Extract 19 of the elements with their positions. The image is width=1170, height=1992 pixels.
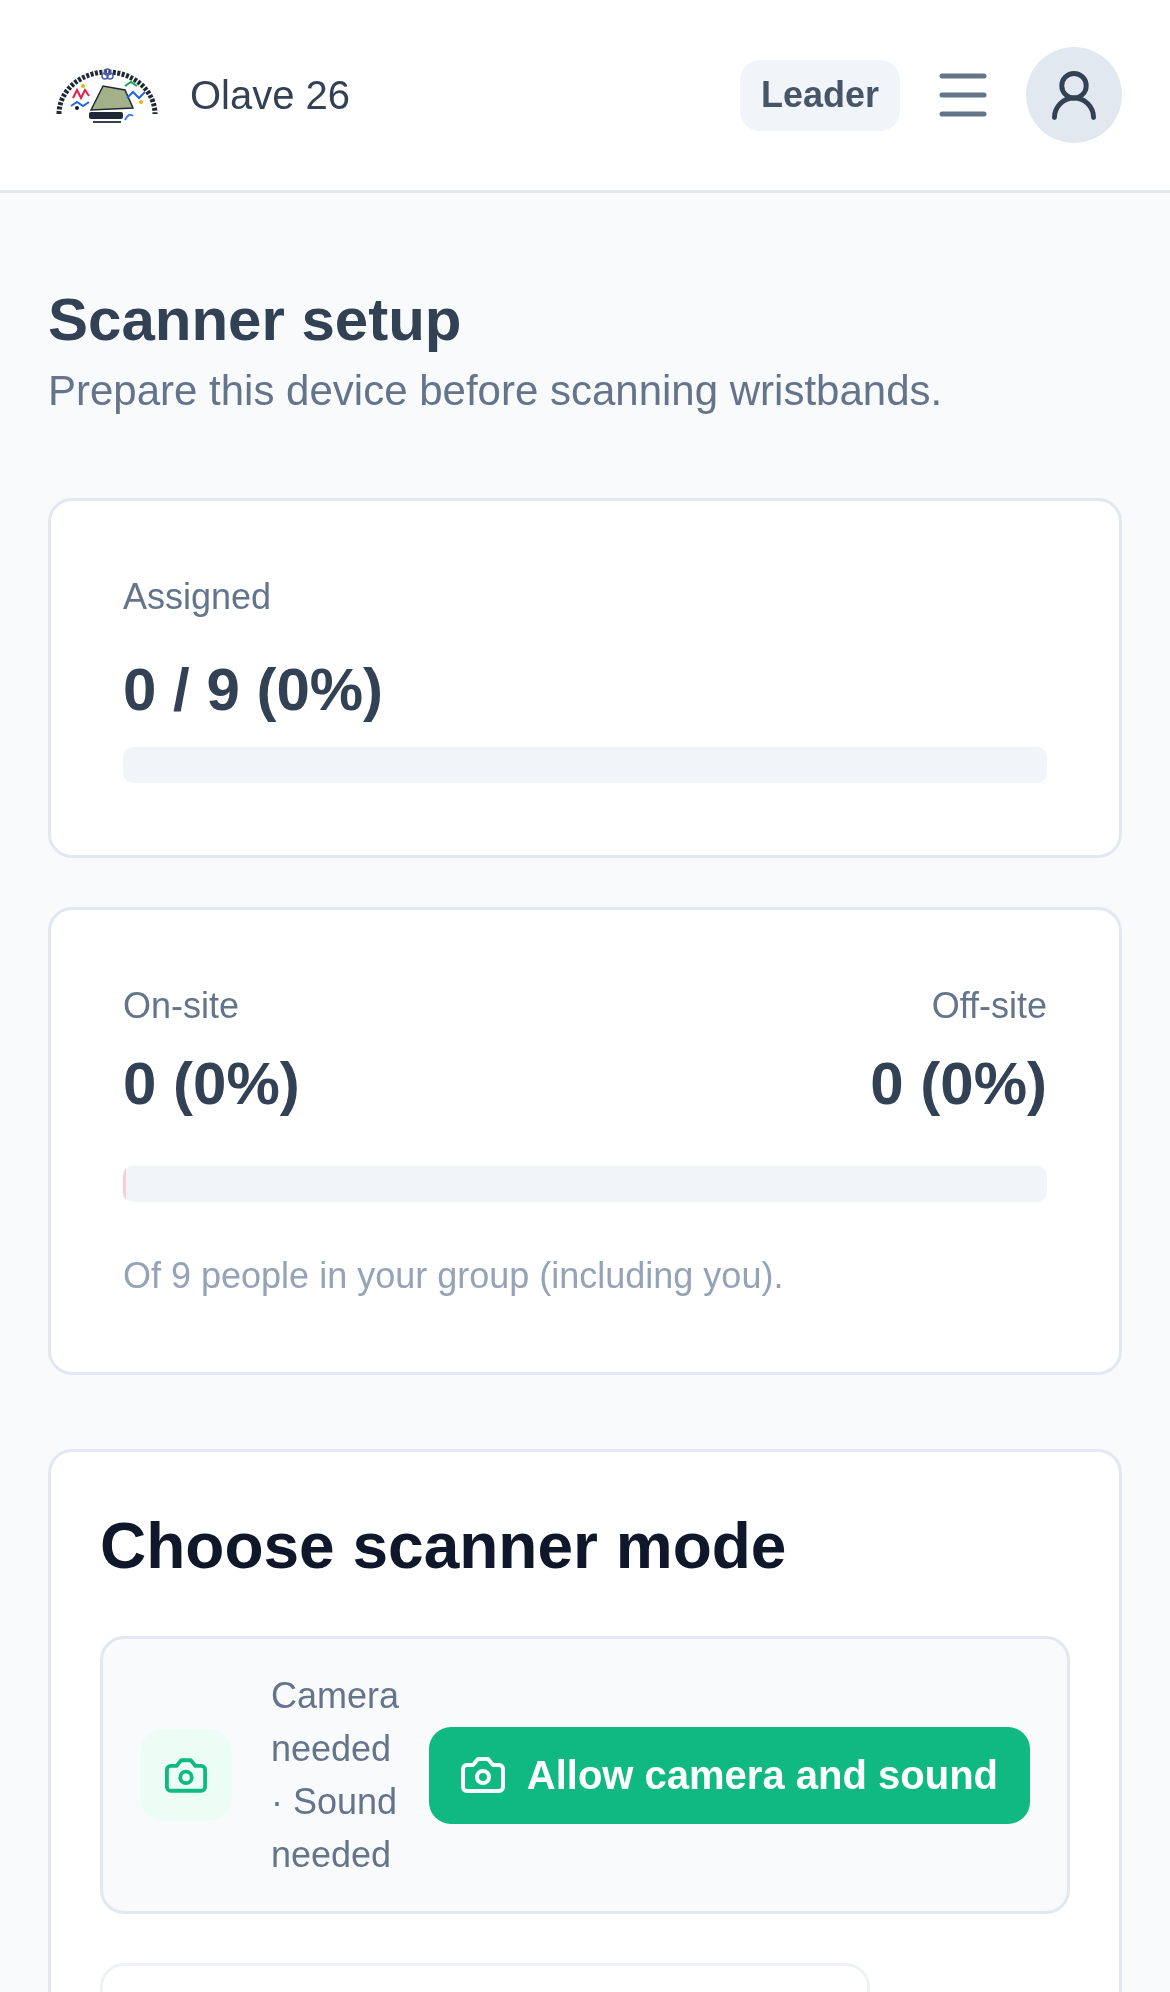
user-icon (1052, 70, 1096, 120)
app-name: Olave 26 (190, 72, 351, 119)
allow-camera-button[interactable]: Allow camera and sound (428, 1726, 1030, 1824)
camera-icon (140, 1729, 232, 1821)
group-note: Of 9 people in your group (including you). (123, 1254, 784, 1298)
menu-icon (939, 73, 987, 117)
section-title: Choose scanner mode (100, 1509, 787, 1584)
role-badge: Leader (739, 59, 900, 131)
permission-status: Camera needed · Sound needed (271, 1674, 401, 1877)
stat-value: 0 (0%) (870, 1049, 1047, 1119)
stat-label: On-site (123, 984, 240, 1028)
stat-label: Off-site (931, 984, 1047, 1028)
page-subtitle: Prepare this device before scanning wristbands. (48, 366, 943, 416)
stat-value: 0 (0%) (123, 1049, 300, 1119)
camera-icon (460, 1757, 505, 1793)
page-title: Scanner setup (48, 285, 462, 355)
stat-value: 0 / 9 (0%) (123, 655, 384, 725)
menu-button[interactable] (939, 73, 987, 117)
stat-label: Assigned (123, 575, 272, 619)
